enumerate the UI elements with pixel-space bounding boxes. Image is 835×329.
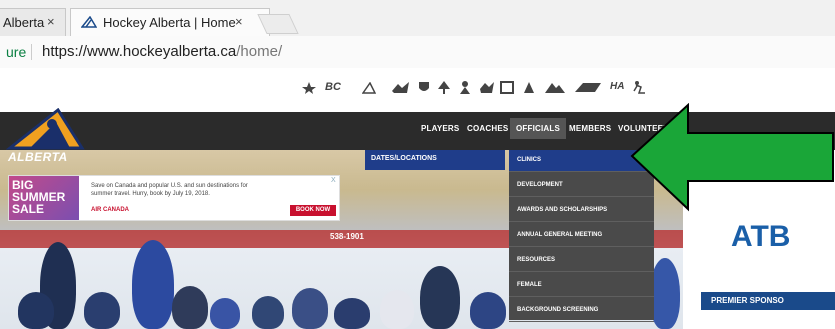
ad-copy: Save on Canada and popular U.S. and sun … xyxy=(91,183,248,197)
address-divider xyxy=(31,44,32,60)
browser-tab-alberta[interactable]: Alberta × xyxy=(0,8,66,36)
ad-brand: AIR CANADA xyxy=(91,207,129,213)
atb-logo-text: ATB xyxy=(731,220,791,253)
partner-logo-triangle-icon[interactable] xyxy=(362,82,376,94)
dropdown-item-agm[interactable]: ANNUAL GENERAL MEETING xyxy=(509,225,654,247)
hockey-alberta-logo[interactable]: ALBERTA xyxy=(0,107,90,166)
ad-book-now-button[interactable]: BOOK NOW xyxy=(290,205,336,216)
nav-members[interactable]: MEMBERS xyxy=(569,124,611,133)
dropdown-item-label: AWARDS AND SCHOLARSHIPS xyxy=(517,207,608,213)
submenu-item-dates-locations[interactable]: DATES/LOCATIONS xyxy=(371,155,437,162)
partner-logo-shield-icon[interactable] xyxy=(418,81,430,94)
nav-players[interactable]: PLAYERS xyxy=(421,124,459,133)
ad-headline-line: SALE xyxy=(12,202,45,216)
partner-logo-wordmark-icon[interactable] xyxy=(575,81,601,94)
partner-logo-star-icon[interactable] xyxy=(302,82,316,94)
address-bar[interactable]: ure https://www.hockeyalberta.ca/home/ xyxy=(0,36,835,69)
ad-headline-block: BIG SUMMER SALE xyxy=(9,176,79,220)
url-base: https://www.hockeyalberta.ca xyxy=(42,43,237,60)
ad-close-icon[interactable]: X xyxy=(331,177,336,184)
url-field[interactable]: https://www.hockeyalberta.ca/home/ xyxy=(42,43,282,60)
partner-logo-bird-small-icon[interactable] xyxy=(480,81,494,94)
browser-tab-bar: Alberta × Hockey Alberta | Home × xyxy=(0,0,835,36)
partner-logo-square-icon[interactable] xyxy=(500,81,514,94)
secure-indicator[interactable]: ure xyxy=(6,44,26,60)
dropdown-item-background-screening[interactable]: BACKGROUND SCREENING xyxy=(509,300,654,322)
partner-logo-mountain-icon[interactable] xyxy=(545,81,565,94)
logo-wordmark: ALBERTA xyxy=(8,150,68,164)
partner-logo-bc[interactable]: BC xyxy=(325,81,341,95)
hockey-alberta-logo-icon xyxy=(5,107,85,150)
partner-logo-skater-icon[interactable] xyxy=(632,81,646,94)
dropdown-item-label: RESOURCES xyxy=(517,257,556,263)
close-icon[interactable]: × xyxy=(235,14,243,29)
officials-submenu-left: DATES/LOCATIONS xyxy=(365,150,505,170)
dropdown-item-label: ANNUAL GENERAL MEETING xyxy=(517,232,603,238)
dropdown-item-label: FEMALE xyxy=(517,282,542,288)
nav-coaches[interactable]: COACHES xyxy=(467,124,508,133)
dropdown-item-female[interactable]: FEMALE xyxy=(509,275,654,297)
dropdown-item-label: BACKGROUND SCREENING xyxy=(517,307,599,313)
hockey-alberta-favicon-icon xyxy=(81,16,97,28)
tab-label: Hockey Alberta | Home xyxy=(103,15,236,30)
partner-logo-ha[interactable]: HA xyxy=(610,81,624,95)
dropdown-item-label: DEVELOPMENT xyxy=(517,182,563,188)
partner-logo-bird-icon[interactable] xyxy=(392,81,410,94)
partner-logo-arrow-icon[interactable] xyxy=(522,81,536,94)
dropdown-item-label: CLINICS xyxy=(517,157,541,163)
premier-sponsor-label: PREMIER SPONSO xyxy=(701,292,835,310)
close-icon[interactable]: × xyxy=(47,14,55,29)
dropdown-item-resources[interactable]: RESOURCES xyxy=(509,250,654,272)
tab-label: Alberta xyxy=(3,15,45,30)
green-arrow-annotation-icon xyxy=(630,103,834,212)
browser-tab-hockey-alberta[interactable]: Hockey Alberta | Home × xyxy=(70,8,270,36)
url-path: /home/ xyxy=(236,43,283,60)
board-ad-text: 538-1901 xyxy=(330,232,364,241)
partner-logo-person-icon[interactable] xyxy=(458,81,472,94)
partner-logo-tree-icon[interactable] xyxy=(437,81,451,94)
air-canada-ad[interactable]: BIG SUMMER SALE Save on Canada and popul… xyxy=(8,175,340,221)
nav-officials[interactable]: OFFICIALS xyxy=(510,118,567,139)
